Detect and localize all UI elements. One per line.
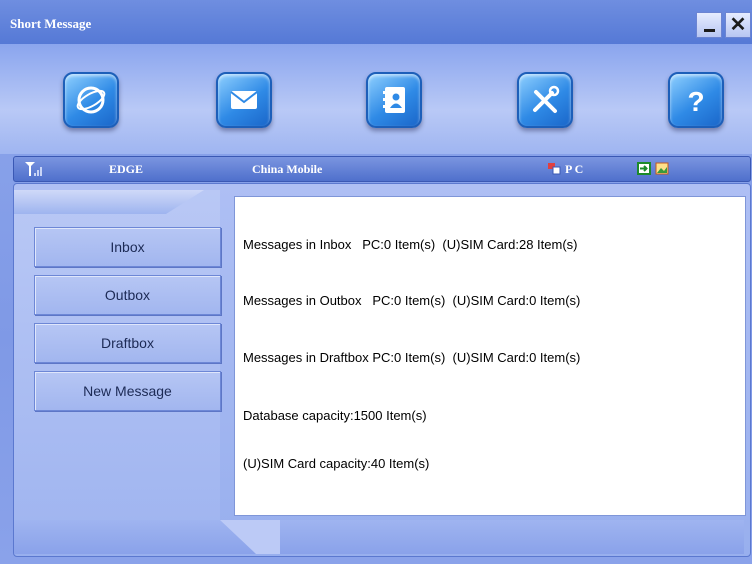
settings-icon: [533, 85, 560, 113]
message-icon: [230, 91, 258, 109]
message-summary-panel: Messages in Inbox PC:0 Item(s) (U)SIM Ca…: [234, 196, 746, 516]
operator-name: China Mobile: [252, 162, 323, 176]
bottom-decoration: [14, 520, 744, 554]
database-capacity: Database capacity:1500 Item(s): [243, 408, 427, 423]
pc-icon: [548, 163, 561, 175]
inbox-button[interactable]: Inbox: [34, 227, 221, 267]
contacts-button[interactable]: [366, 72, 422, 128]
svg-text:?: ?: [687, 86, 704, 117]
outbox-summary: Messages in Outbox PC:0 Item(s) (U)SIM C…: [243, 293, 581, 308]
title-bar: Short Message ✕: [0, 0, 752, 44]
signal-icon: [25, 162, 42, 176]
sim-capacity: (U)SIM Card capacity:40 Item(s): [243, 456, 430, 471]
minimize-button[interactable]: [696, 12, 722, 38]
image-icon: [655, 162, 669, 175]
settings-button[interactable]: [517, 72, 573, 128]
help-button[interactable]: ?: [668, 72, 724, 128]
new-message-button[interactable]: New Message: [34, 371, 221, 411]
draftbox-button[interactable]: Draftbox: [34, 323, 221, 363]
message-button[interactable]: [216, 72, 272, 128]
import-icon: [637, 162, 651, 175]
help-icon: ?: [687, 86, 704, 117]
status-bar: EDGE China Mobile P C: [13, 156, 751, 182]
close-button[interactable]: ✕: [725, 12, 751, 38]
inbox-summary: Messages in Inbox PC:0 Item(s) (U)SIM Ca…: [243, 237, 578, 252]
window-title: Short Message: [10, 16, 92, 31]
outbox-button[interactable]: Outbox: [34, 275, 221, 315]
contacts-icon: [383, 87, 405, 113]
internet-button[interactable]: [63, 72, 119, 128]
pc-label: P C: [565, 162, 584, 176]
toolbar: ?: [0, 44, 752, 154]
short-message-window: Short Message ✕ ? EDGE China Mobile P C …: [0, 0, 752, 564]
network-type: EDGE: [109, 162, 144, 176]
internet-icon: [76, 86, 106, 114]
minimize-icon: [703, 28, 715, 32]
close-icon: ✕: [729, 14, 747, 36]
draftbox-summary: Messages in Draftbox PC:0 Item(s) (U)SIM…: [243, 350, 581, 365]
